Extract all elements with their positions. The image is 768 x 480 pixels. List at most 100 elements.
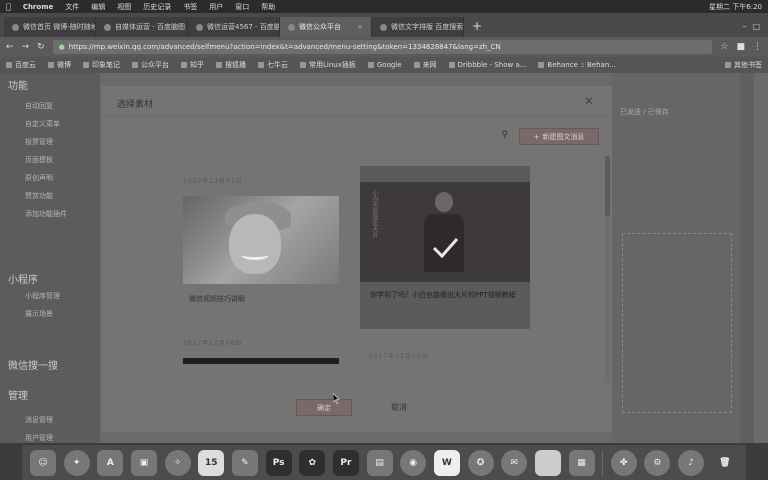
scrollbar-thumb[interactable] [605,156,610,216]
trash-icon[interactable]: 🗑 [712,450,738,476]
wechat-icon[interactable]: ✉ [501,449,528,476]
new-article-button[interactable]: + 新建图文消息 [519,128,599,145]
reload-icon[interactable]: ↻ [37,42,45,52]
chrome-icon[interactable]: ◉ [400,449,427,476]
sidebar-item-users[interactable]: 用户管理 [25,433,53,443]
sidebar-item-reward[interactable]: 赞赏功能 [25,191,53,201]
launchpad-icon[interactable]: ✦ [63,449,90,476]
new-tab-button[interactable]: + [464,19,490,37]
menubar-item-view[interactable]: 视图 [117,2,131,12]
bookmark-item[interactable]: 来网 [413,60,437,70]
favicon-icon [288,23,295,31]
back-icon[interactable]: ← [6,42,14,52]
wps-icon[interactable]: W [433,449,460,476]
bookmark-item[interactable]: 百度云 [6,60,36,70]
filemanager-icon[interactable]: ▤ [366,449,393,476]
premiere-icon[interactable]: Pr [332,449,359,476]
bookmark-icon [538,62,545,68]
bookmark-item[interactable]: 公众平台 [132,60,169,70]
sidebar-item-page-template[interactable]: 页面模板 [25,155,53,165]
mac-menubar:  Chrome 文件 编辑 视图 历史记录 书签 用户 窗口 帮助 星期二 下… [0,0,768,13]
stickies-icon[interactable] [534,449,561,476]
material-card[interactable]: 微信视频技巧讲解 [183,196,339,315]
apple-menu-icon[interactable]:  [6,2,11,11]
sidebar-item-plugins[interactable]: 添加功能插件 [25,209,67,219]
sidebar: 功能 自动回复 自定义菜单 投票管理 页面模板 原创声明 赞赏功能 添加功能插件… [0,73,100,443]
tab-close-icon[interactable]: × [357,23,363,31]
bookmark-star-icon[interactable]: ☆ [720,42,728,52]
sidebar-item-miniprogram-manage[interactable]: 小程序管理 [25,291,60,301]
select-material-dialog: 选择素材 ✕ ⚲ + 新建图文消息 2017年12月07日 微信视频技巧讲解 小… [101,86,612,432]
menubar-item-window[interactable]: 窗口 [235,2,249,12]
bookmark-item[interactable]: 微博 [48,60,71,70]
safari-icon[interactable]: ✧ [164,449,191,476]
notes-icon[interactable]: ✎ [231,449,258,476]
browser-tab-active[interactable]: 微信公众平台 × [280,17,372,37]
bookmark-item[interactable]: Dribbble - Show a... [448,61,526,69]
menubar-item-file[interactable]: 文件 [65,2,79,12]
appstore-icon[interactable]: A [97,449,124,476]
browser-tab[interactable]: 微信运营4567 - 百度脑图× [188,17,280,37]
favicon-icon [104,23,111,31]
browser-tab[interactable]: 微信文字排版 百度搜索× [372,17,464,37]
bookmark-icon [132,62,138,68]
forward-icon[interactable]: → [22,42,30,52]
menubar-item-bookmarks[interactable]: 书签 [183,2,197,12]
bookmark-item[interactable]: 知乎 [181,60,204,70]
menubar-item-people[interactable]: 用户 [209,2,223,12]
preview-icon[interactable]: ▣ [130,449,157,476]
qq-icon[interactable]: ✪ [467,449,494,476]
menubar-app-name[interactable]: Chrome [23,3,53,11]
close-icon[interactable]: ✕ [584,94,594,108]
music-icon[interactable]: ♪ [678,449,705,476]
material-card-selected[interactable]: 小白也能做出大片 你学到了吗？小白也能做出大片的PPT视频教程 [360,166,530,329]
bookmark-item[interactable]: Behance :: Behan... [538,61,616,69]
cancel-button[interactable]: 取消 [371,399,427,416]
search-icon[interactable]: ⚲ [501,130,508,140]
browser-tab[interactable]: 自媒体运营 - 百度脑图× [96,17,188,37]
bookmark-item[interactable]: Google [367,61,402,69]
calendar-icon[interactable]: 15 [198,449,225,476]
sidebar-item-messages[interactable]: 消息管理 [25,415,53,425]
minimize-icon[interactable]: – [742,22,746,31]
bookmark-item[interactable]: 七牛云 [258,60,288,70]
keynote-icon[interactable]: ▦ [568,449,595,476]
settings-icon[interactable]: ⚙ [644,449,671,476]
material-card[interactable] [183,358,339,364]
group-date: 2017年12月07日 [183,178,243,185]
sidebar-item-custom-menu[interactable]: 自定义菜单 [25,119,60,129]
search-input[interactable] [390,128,510,144]
clock[interactable]: 星期二 下午6:20 [709,2,762,12]
browser-tab-bar: 微信首页 微博-随时随地× 自媒体运营 - 百度脑图× 微信运营4567 - 百… [0,13,768,37]
bookmark-item[interactable]: 常用Linux插板 [300,60,356,70]
mouse-cursor-icon [333,393,340,404]
sidebar-item-original[interactable]: 原创声明 [25,173,53,183]
maximize-icon[interactable]: □ [752,22,760,31]
other-bookmarks[interactable]: 其他书签 [725,60,762,70]
sidebar-item-vote[interactable]: 投票管理 [25,137,53,147]
new-article-label: 新建图文消息 [542,132,585,141]
browser-tab[interactable]: 微信首页 微博-随时随地× [4,17,96,37]
menubar-item-help[interactable]: 帮助 [261,2,275,12]
dialog-scrollbar[interactable] [605,156,610,382]
illustrator-icon[interactable]: ✿ [299,449,326,476]
bookmark-icon [83,62,89,68]
checkmark-icon [432,238,459,259]
bookmark-item[interactable]: 搜狐播 [216,60,246,70]
address-bar[interactable]: ● https://mp.weixin.qq.com/advanced/self… [52,40,713,54]
bookmark-icon [413,62,420,68]
menubar-item-edit[interactable]: 编辑 [91,2,105,12]
sidebar-item-showcase[interactable]: 展示场景 [25,309,53,319]
confirm-button[interactable]: 确定 [296,399,352,416]
finder-icon[interactable]: ☺ [30,449,56,476]
page-scrollbar[interactable] [740,73,754,443]
bookmark-icon [300,62,306,68]
sidebar-item-auto-reply[interactable]: 自动回复 [25,101,53,111]
menubar-item-history[interactable]: 历史记录 [143,2,171,12]
extension-icon[interactable]: ■ [736,42,745,52]
bookmark-label: 七牛云 [267,61,288,69]
baidunetdisk-icon[interactable]: ✤ [610,449,637,476]
menu-icon[interactable]: ⋮ [753,42,762,52]
photoshop-icon[interactable]: Ps [265,449,292,476]
bookmark-item[interactable]: 印象笔记 [83,60,120,70]
